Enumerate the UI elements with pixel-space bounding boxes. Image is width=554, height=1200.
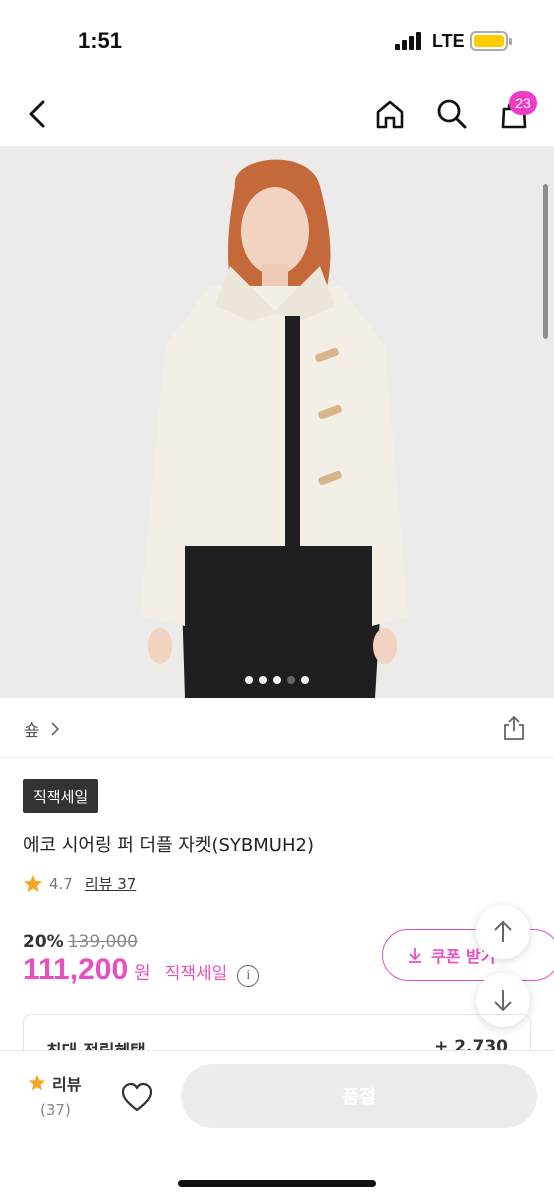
scroll-up-button[interactable]	[476, 905, 530, 959]
sold-out-button[interactable]: 품절	[181, 1064, 537, 1128]
sale-tag: 직잭세일	[23, 779, 99, 813]
arrow-up-icon	[494, 920, 512, 942]
review-count: (37)	[40, 1101, 71, 1119]
status-time: 1:51	[78, 28, 123, 53]
product-title: 에코 시어링 퍼 더플 자켓(SYBMUH2)	[23, 835, 314, 856]
pagination-dot[interactable]	[245, 676, 253, 684]
arrow-down-icon	[494, 990, 512, 1012]
currency-unit: 원	[134, 963, 151, 984]
wishlist-heart-icon[interactable]	[120, 1081, 154, 1115]
pagination-dot[interactable]	[273, 676, 281, 684]
chevron-right-icon	[51, 721, 59, 736]
home-indicator	[178, 1180, 376, 1187]
original-price: 139,000	[67, 932, 139, 952]
product-image[interactable]	[0, 146, 554, 698]
review-link[interactable]: 리뷰 37	[85, 873, 136, 894]
star-icon	[28, 1074, 46, 1091]
back-icon[interactable]	[18, 94, 58, 134]
info-icon[interactable]: i	[237, 965, 260, 987]
breadcrumb[interactable]: 숖	[24, 716, 60, 741]
bottom-action-bar: 리뷰 (37) 품절	[0, 1050, 554, 1200]
home-icon[interactable]	[370, 94, 410, 134]
gallery-pagination	[245, 676, 309, 684]
status-bar: 1:51 LTE	[0, 0, 554, 82]
download-icon	[409, 948, 421, 963]
network-label: LTE	[432, 31, 465, 51]
pagination-dot[interactable]	[259, 676, 267, 684]
review-summary[interactable]: 리뷰 (37)	[28, 1071, 81, 1119]
review-label: 리뷰	[52, 1075, 82, 1094]
rating-row: 4.7 리뷰 37	[23, 873, 136, 894]
battery-icon	[470, 31, 512, 51]
breadcrumb-category[interactable]: 숖	[24, 716, 40, 741]
sale-price: 111,200	[23, 953, 129, 986]
discount-rate: 20%	[23, 932, 64, 952]
scrollbar[interactable]	[543, 184, 548, 339]
price-row: 111,200 원 직잭세일 i	[23, 953, 260, 987]
pagination-dot[interactable]	[287, 676, 295, 684]
sale-label: 직잭세일	[164, 964, 228, 984]
signal-icon	[395, 32, 423, 50]
star-icon	[24, 874, 42, 892]
share-icon[interactable]	[500, 714, 528, 742]
search-icon[interactable]	[432, 94, 472, 134]
discount-row: 20% 139,000	[23, 932, 138, 952]
cart-count-badge: 23	[509, 91, 537, 115]
pagination-dot[interactable]	[301, 676, 309, 684]
rating-value: 4.7	[49, 874, 73, 893]
breadcrumb-row: 숖	[0, 698, 554, 758]
top-nav	[0, 82, 554, 146]
